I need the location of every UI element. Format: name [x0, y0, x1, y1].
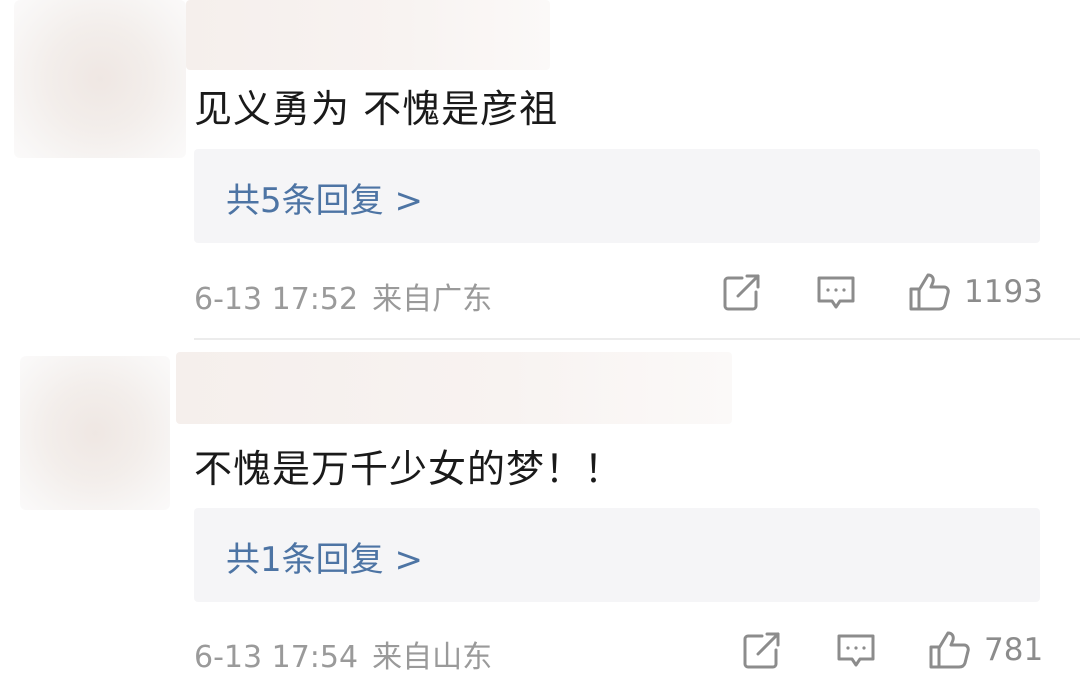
share-icon [723, 274, 760, 311]
comment-time: 6-13 17:52 [194, 282, 359, 317]
username-blurred[interactable] [186, 0, 550, 70]
comment-meta: 6-13 17:54 来自山东 [194, 632, 492, 676]
comment-text: 不愧是万千少女的梦！！ [194, 447, 624, 491]
avatar[interactable] [20, 356, 170, 510]
comment-location: 来自山东 [372, 640, 493, 675]
comment-location: 来自广东 [372, 282, 493, 317]
comment-icon [817, 276, 855, 309]
share-button[interactable] [722, 274, 762, 312]
comment-icon [837, 634, 875, 667]
like-count: 1193 [964, 274, 1043, 310]
comment-text: 见义勇为 不愧是彦祖 [194, 87, 559, 131]
reply-box[interactable]: 共1条回复 > [194, 508, 1040, 602]
comment-meta: 6-13 17:52 来自广东 [194, 274, 492, 318]
divider [194, 338, 1080, 340]
share-icon [743, 632, 780, 669]
view-replies-link[interactable]: 共1条回复 > [226, 532, 423, 581]
comment-item: 不愧是万千少女的梦！！ 共1条回复 > 6-13 17:54 来自山东 781 [0, 342, 1080, 683]
share-button[interactable] [742, 632, 782, 670]
thumbs-up-icon [909, 273, 950, 311]
avatar[interactable] [14, 0, 186, 158]
like-button[interactable]: 1193 [908, 272, 1043, 312]
thumbs-up-icon [929, 631, 970, 669]
reply-box[interactable]: 共5条回复 > [194, 149, 1040, 243]
comment-button[interactable] [836, 632, 876, 670]
like-button[interactable]: 781 [928, 630, 1043, 670]
comment-time: 6-13 17:54 [194, 640, 359, 675]
comment-item: 见义勇为 不愧是彦祖 共5条回复 > 6-13 17:52 来自广东 1193 [0, 0, 1080, 340]
view-replies-link[interactable]: 共5条回复 > [226, 173, 423, 222]
comment-button[interactable] [816, 274, 856, 312]
username-blurred[interactable] [176, 352, 732, 424]
like-count: 781 [984, 632, 1044, 668]
